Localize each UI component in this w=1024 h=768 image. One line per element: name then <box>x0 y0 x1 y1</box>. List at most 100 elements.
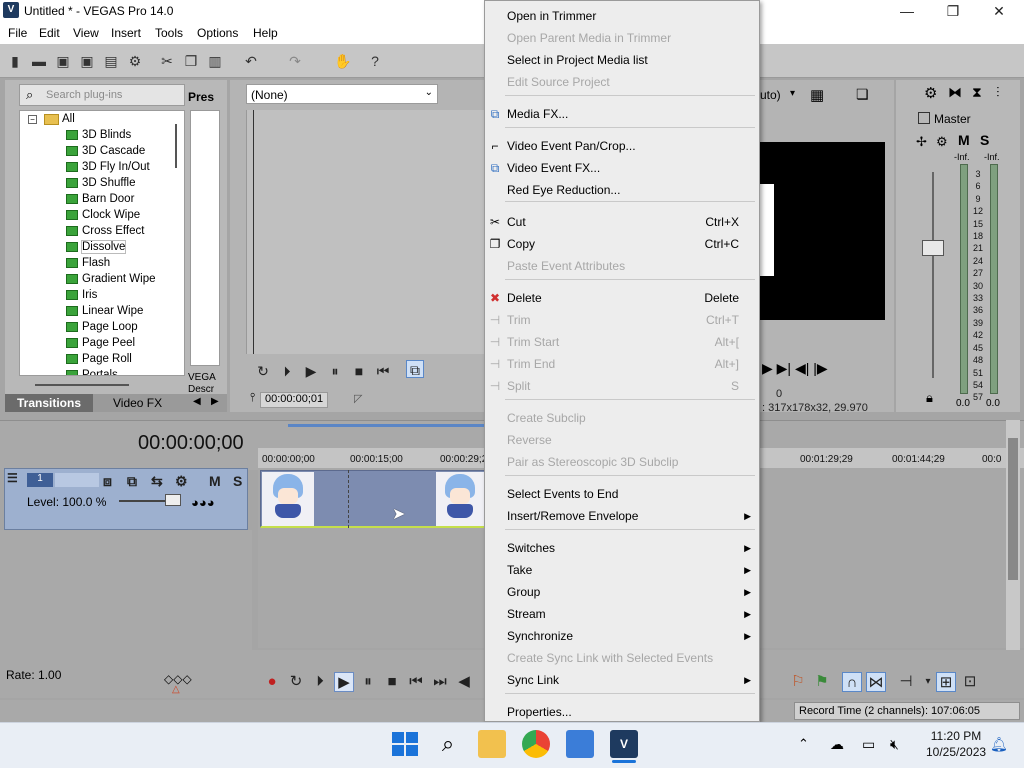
plugin-tree-item[interactable]: Iris <box>20 287 184 303</box>
context-menu-item[interactable]: Create Sync Link with Selected Events <box>485 647 759 669</box>
plugin-tree-item[interactable]: Page Loop <box>20 319 184 335</box>
menu-file[interactable]: File <box>8 26 27 40</box>
network-icon[interactable]: ☁ <box>830 736 844 753</box>
menu-insert[interactable]: Insert <box>111 26 141 40</box>
plugin-tree-item[interactable]: Linear Wipe <box>20 303 184 319</box>
grid-icon[interactable]: ▦ <box>810 86 824 104</box>
context-menu-item[interactable]: Reverse <box>485 429 759 451</box>
whats-this-help-icon[interactable]: ? <box>366 52 384 70</box>
tab-scroll-right-icon[interactable]: ▶ <box>211 396 219 407</box>
track-motion-icon[interactable]: ⇆ <box>151 473 163 490</box>
copy-snapshot-icon[interactable]: ❏ <box>856 86 869 103</box>
plugin-tree-item[interactable]: 3D Cascade <box>20 143 184 159</box>
track-fx-gear-icon[interactable]: ⚙ <box>175 473 188 490</box>
notification-bell-icon[interactable]: 🔔︎ <box>990 736 1008 753</box>
context-menu-item[interactable]: ⌐ Video Event Pan/Crop... <box>485 135 759 157</box>
event-fx-icon[interactable]: ✋ <box>334 52 352 70</box>
save-icon[interactable]: ▣ <box>54 52 72 70</box>
context-menu-item[interactable]: Red Eye Reduction... <box>485 179 759 201</box>
level-slider-knob[interactable] <box>165 494 181 506</box>
gear-icon[interactable]: ⚙ <box>924 84 937 102</box>
chrome-icon[interactable] <box>522 730 550 758</box>
save-as-icon[interactable]: ▣ <box>78 52 96 70</box>
normal-edit-tool-icon[interactable]: ⊞ <box>936 672 956 692</box>
composite-mode-icon[interactable]: ◕◕◕ <box>191 495 215 510</box>
record-icon[interactable]: ● <box>262 672 282 692</box>
plugin-tree-item[interactable]: Flash <box>20 255 184 271</box>
context-menu-item[interactable]: Open in Trimmer <box>485 5 759 27</box>
loop-icon[interactable]: ↻ <box>254 362 272 380</box>
motion-blur-icon[interactable]: ⧈ <box>103 473 112 490</box>
compositing-icon[interactable]: ⧉ <box>127 473 137 490</box>
pan-icon[interactable]: ✢ <box>916 134 927 150</box>
context-menu-item[interactable]: ⊣ Trim End Alt+] <box>485 353 759 375</box>
collapse-icon[interactable]: − <box>28 115 37 124</box>
plugin-tree-item[interactable]: Barn Door <box>20 191 184 207</box>
plugin-tree-item[interactable]: Clock Wipe <box>20 207 184 223</box>
redo-icon[interactable]: ↷ <box>286 52 304 70</box>
plugin-tree-item[interactable]: Dissolve <box>20 239 184 255</box>
context-menu-item[interactable]: Sync Link ▶ <box>485 669 759 691</box>
context-menu-item[interactable]: ⊣ Split S <box>485 375 759 397</box>
previous-frame-icon[interactable]: ⏮ <box>374 362 392 380</box>
volume-muted-icon[interactable]: 🔇︎ <box>890 736 899 753</box>
vegas-taskbar-icon[interactable]: V <box>610 730 638 758</box>
trimmer-cursor[interactable] <box>253 110 254 354</box>
marker-icon[interactable]: ⚐ <box>788 672 808 692</box>
context-menu-item[interactable]: ⧉ Media FX... <box>485 103 759 125</box>
search-plugins-input[interactable]: ⌕ Search plug-ins <box>19 84 185 106</box>
track-solo-button[interactable]: S <box>233 473 242 489</box>
track-mute-button[interactable]: M <box>209 473 221 489</box>
new-icon[interactable]: ▮ <box>6 52 24 70</box>
play-from-start-icon[interactable]: ⏵ <box>278 362 296 380</box>
play-icon[interactable]: ▶ <box>302 362 320 380</box>
context-menu-item[interactable]: ✂ Cut Ctrl+X <box>485 211 759 233</box>
maximize-button[interactable]: ❐ <box>930 0 976 22</box>
context-menu-item[interactable]: ⧉ Video Event FX... <box>485 157 759 179</box>
copy-icon[interactable]: ❐ <box>182 52 200 70</box>
context-menu-item[interactable]: Select Events to End <box>485 483 759 505</box>
trimmer-view[interactable] <box>246 110 484 354</box>
context-menu-item[interactable]: Create Subclip <box>485 407 759 429</box>
stop-icon[interactable]: ■ <box>350 362 368 380</box>
scrollbar-thumb[interactable] <box>1008 438 1018 580</box>
context-menu-item[interactable]: Stream ▶ <box>485 603 759 625</box>
context-menu-item[interactable]: Edit Source Project <box>485 71 759 93</box>
chevron-down-icon[interactable]: ▾ <box>918 672 938 692</box>
context-menu-item[interactable]: Take ▶ <box>485 559 759 581</box>
track-menu-icon[interactable]: ☰ <box>7 471 18 485</box>
display-icon[interactable]: ▭ <box>862 736 875 753</box>
context-menu-item[interactable]: Properties... <box>485 701 759 723</box>
preset-list[interactable] <box>190 110 220 366</box>
plugin-tree-item[interactable]: 3D Fly In/Out <box>20 159 184 175</box>
trimmer-history-dropdown[interactable]: (None) ⌄ <box>246 84 438 104</box>
play-icon[interactable]: ▶ <box>334 672 354 692</box>
track-name-field[interactable] <box>55 473 99 487</box>
search-icon[interactable]: ⌕ <box>434 730 462 758</box>
add-to-timeline-icon[interactable]: ⧉ <box>406 360 424 378</box>
menu-edit[interactable]: Edit <box>39 26 60 40</box>
taskbar-clock[interactable]: 11:20 PM 10/25/2023 <box>926 728 986 760</box>
preview-transport-icons[interactable]: ▶ ▶| ◀| |▶ <box>762 360 828 377</box>
plugin-tree-item[interactable]: 3D Shuffle <box>20 175 184 191</box>
context-menu-item[interactable]: ⊣ Trim Ctrl+T <box>485 309 759 331</box>
trimmer-timecode[interactable]: 00:00:00;01 <box>260 392 328 408</box>
timeline-overview-bar[interactable] <box>288 424 484 427</box>
tab-scroll-left-icon[interactable]: ◀ <box>193 396 201 407</box>
context-menu-item[interactable]: Open Parent Media in Trimmer <box>485 27 759 49</box>
tree-scrollbar-thumb[interactable] <box>175 124 177 168</box>
chevron-up-icon[interactable]: ⌃ <box>798 736 809 752</box>
ripple-edit-icon[interactable]: ⊣ <box>896 672 916 692</box>
snapping-icon[interactable]: ∩ <box>842 672 862 692</box>
fx-gear-icon[interactable]: ⚙ <box>936 134 948 150</box>
context-menu-item[interactable]: ✖ Delete Delete <box>485 287 759 309</box>
close-button[interactable]: ✕ <box>976 0 1022 22</box>
loop-playback-icon[interactable]: ↻ <box>286 672 306 692</box>
paste-icon[interactable]: ▥ <box>206 52 224 70</box>
plugin-tree-item[interactable]: Page Peel <box>20 335 184 351</box>
previous-frame-icon[interactable]: ◀ <box>454 672 474 692</box>
go-to-start-icon[interactable]: ⏮ <box>406 672 426 692</box>
master-solo-button[interactable]: S <box>980 132 989 148</box>
master-mute-button[interactable]: M <box>958 132 970 148</box>
stop-icon[interactable]: ■ <box>382 672 402 692</box>
